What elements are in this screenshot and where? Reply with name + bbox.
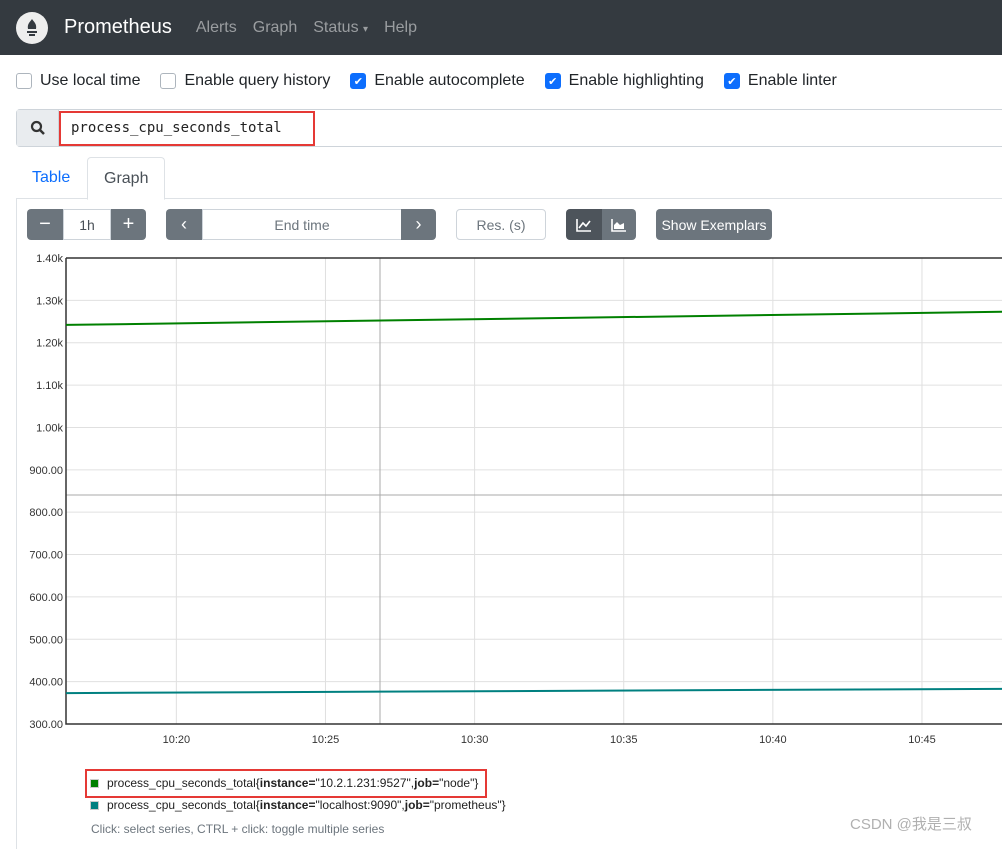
minus-icon: − xyxy=(39,213,51,235)
line-chart-icon xyxy=(576,218,591,232)
x-tick-label: 10:25 xyxy=(312,734,340,746)
area-chart-icon xyxy=(611,218,626,232)
checkbox[interactable] xyxy=(16,73,32,89)
decrease-range-button[interactable]: − xyxy=(27,209,63,240)
nav-status-label: Status xyxy=(313,18,359,36)
legend-metric: process_cpu_seconds_total{ xyxy=(107,798,260,812)
option-autocomplete[interactable]: ✔ Enable autocomplete xyxy=(350,72,525,90)
chevron-left-icon: ‹ xyxy=(181,214,187,234)
search-icon xyxy=(17,110,59,146)
y-tick-label: 600.00 xyxy=(29,592,63,604)
option-label: Enable linter xyxy=(747,72,837,89)
previous-time-button[interactable]: ‹ xyxy=(166,209,202,240)
options-bar: Use local time Enable query history ✔ Ena… xyxy=(0,55,1002,107)
line-chart-button[interactable] xyxy=(566,209,602,240)
checkbox[interactable] xyxy=(160,73,177,89)
nav-help[interactable]: Help xyxy=(384,19,417,37)
y-tick-label: 400.00 xyxy=(29,677,63,689)
legend-label-value: "localhost:9090", xyxy=(315,798,405,812)
legend-label-key: job= xyxy=(404,798,430,812)
brand[interactable]: Prometheus xyxy=(64,16,172,39)
chevron-right-icon: › xyxy=(415,214,422,234)
legend-hint: Click: select series, CTRL + click: togg… xyxy=(91,822,385,836)
x-tick-label: 10:20 xyxy=(163,734,191,746)
series-swatch xyxy=(90,800,99,810)
prometheus-logo-icon[interactable] xyxy=(16,11,48,44)
option-label: Enable query history xyxy=(184,72,331,89)
tabs: Table Graph xyxy=(16,157,1002,200)
option-query-history[interactable]: Enable query history xyxy=(160,72,330,90)
resolution-input[interactable]: Res. (s) xyxy=(456,209,546,240)
legend-label-key: instance= xyxy=(259,798,316,812)
plot-border xyxy=(65,257,1002,725)
end-time-input[interactable]: End time xyxy=(202,209,402,240)
option-linter[interactable]: ✔ Enable linter xyxy=(723,72,837,90)
legend-label-value: "prometheus"} xyxy=(429,798,506,812)
nav-alerts[interactable]: Alerts xyxy=(196,19,237,37)
checkbox-checked[interactable]: ✔ xyxy=(723,73,740,89)
plus-icon: + xyxy=(122,213,135,235)
y-tick-label: 1.10k xyxy=(36,380,63,392)
next-time-button[interactable]: › xyxy=(401,209,436,240)
checkbox-checked[interactable]: ✔ xyxy=(350,73,367,89)
option-label: Enable autocomplete xyxy=(374,72,525,89)
query-input[interactable]: process_cpu_seconds_total xyxy=(59,111,315,146)
stacked-chart-button[interactable] xyxy=(602,209,636,240)
y-tick-label: 1.00k xyxy=(36,422,63,434)
highlight-box xyxy=(85,769,487,798)
option-label: Enable highlighting xyxy=(568,72,704,89)
x-tick-label: 10:40 xyxy=(759,734,787,746)
increase-range-button[interactable]: + xyxy=(111,209,146,240)
y-tick-label: 1.20k xyxy=(36,338,63,350)
y-tick-label: 500.00 xyxy=(29,634,63,646)
x-tick-label: 10:45 xyxy=(908,734,936,746)
y-tick-label: 300.00 xyxy=(29,719,63,731)
series-line-1 xyxy=(65,310,1002,326)
legend-item-prometheus[interactable]: process_cpu_seconds_total{instance= "loca… xyxy=(90,798,506,812)
option-highlighting[interactable]: ✔ Enable highlighting xyxy=(544,72,704,90)
y-tick-label: 1.40k xyxy=(36,253,63,265)
show-exemplars-button[interactable]: Show Exemplars xyxy=(656,209,772,240)
query-bar: process_cpu_seconds_total xyxy=(16,109,1002,147)
tab-graph[interactable]: Graph xyxy=(87,157,166,200)
y-tick-label: 800.00 xyxy=(29,507,63,519)
range-input[interactable]: 1h xyxy=(63,209,111,240)
x-tick-label: 10:30 xyxy=(461,734,489,746)
navbar: Prometheus Alerts Graph Status ▾ Help xyxy=(0,0,1002,55)
tab-table[interactable]: Table xyxy=(16,157,86,200)
x-tick-label: 10:35 xyxy=(610,734,638,746)
y-tick-label: 900.00 xyxy=(29,465,63,477)
option-label: Use local time xyxy=(40,72,141,89)
y-tick-label: 1.30k xyxy=(36,295,63,307)
option-local-time[interactable]: Use local time xyxy=(16,72,140,90)
y-tick-label: 700.00 xyxy=(29,550,63,562)
watermark: CSDN @我是三叔 xyxy=(850,816,972,833)
caret-down-icon: ▾ xyxy=(363,23,369,35)
line-chart[interactable]: 1.40k 1.30k 1.20k 1.10k 1.00k 900.00 800.00 700… xyxy=(0,245,1002,755)
checkbox-checked[interactable]: ✔ xyxy=(544,73,561,89)
nav-status[interactable]: Status ▾ xyxy=(313,19,368,37)
nav-graph[interactable]: Graph xyxy=(253,19,297,37)
series-line-2 xyxy=(65,687,1002,695)
